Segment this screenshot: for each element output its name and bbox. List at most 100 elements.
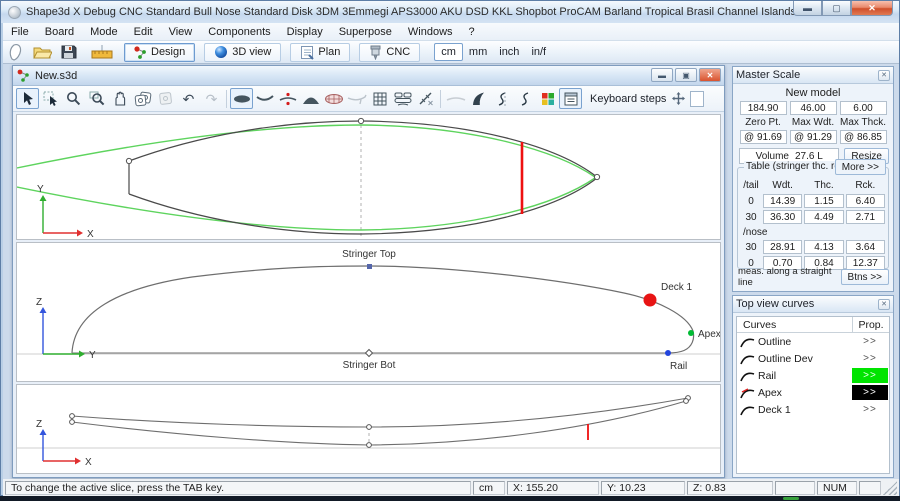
thickness-field[interactable]: 6.00 xyxy=(840,101,887,115)
control-point[interactable] xyxy=(594,174,599,179)
control-point[interactable] xyxy=(126,158,131,163)
board-profile-button[interactable] xyxy=(345,88,368,109)
open-file-button[interactable] xyxy=(29,42,55,62)
zoom-window-tool-button[interactable] xyxy=(85,88,108,109)
zoom-tool-button[interactable] xyxy=(62,88,85,109)
thc-cell[interactable]: 4.49 xyxy=(804,210,843,224)
slices-view-button[interactable] xyxy=(322,88,345,109)
wdt-cell[interactable]: 36.30 xyxy=(763,210,802,224)
fin-button[interactable] xyxy=(467,88,490,109)
control-point[interactable] xyxy=(367,425,372,430)
pan-tool-button[interactable] xyxy=(108,88,131,109)
panels-toggle-button[interactable] xyxy=(559,88,582,109)
rocker-view-panel[interactable]: Z X xyxy=(16,384,721,474)
curve-prop-button[interactable]: >> xyxy=(852,402,888,417)
menu-file[interactable]: File xyxy=(3,24,37,40)
curve-prop-button[interactable]: >> xyxy=(852,368,888,383)
control-point[interactable] xyxy=(367,443,372,448)
design-mode-button[interactable]: Design xyxy=(124,43,195,62)
paste-slice-button[interactable] xyxy=(154,88,177,109)
stringer-top-point[interactable] xyxy=(367,264,372,269)
deck-view-button[interactable] xyxy=(299,88,322,109)
top-view-panel[interactable]: Y X xyxy=(16,114,721,240)
model-name[interactable]: New model xyxy=(733,87,893,99)
spline-dashed-button[interactable] xyxy=(490,88,513,109)
keyboard-steps-input[interactable] xyxy=(690,91,704,107)
multi-select-tool-button[interactable] xyxy=(39,88,62,109)
dimensions-button[interactable] xyxy=(89,42,115,62)
rck-cell[interactable]: 2.71 xyxy=(846,210,885,224)
doc-restore-button[interactable]: ▣ xyxy=(675,68,697,82)
resize-grip[interactable] xyxy=(883,481,897,495)
copy-slice-button[interactable] xyxy=(131,88,154,109)
curve-row-outline[interactable]: Outline >> xyxy=(737,333,889,350)
curves-column-header[interactable]: Curves xyxy=(737,317,853,332)
menu-view[interactable]: View xyxy=(161,24,201,40)
slice-view-panel[interactable]: Stringer Top Deck 1 Apex Stringer Bot Ra… xyxy=(16,242,721,382)
stringer-bot-point[interactable] xyxy=(366,350,373,357)
unit-cm[interactable]: cm xyxy=(434,43,463,61)
menu-components[interactable]: Components xyxy=(200,24,278,40)
undo-button[interactable]: ↶ xyxy=(177,88,200,109)
rocker-view-button[interactable] xyxy=(253,88,276,109)
curve-row-deck-1[interactable]: Deck 1 >> xyxy=(737,401,889,418)
curve-row-outline-dev[interactable]: Outline Dev >> xyxy=(737,350,889,367)
document-title-bar[interactable]: New.s3d ▬ ▣ ✕ xyxy=(13,66,724,86)
master-scale-close-button[interactable]: ✕ xyxy=(878,70,890,81)
curves-panel-title-bar[interactable]: Top view curves ✕ xyxy=(733,296,893,313)
thickness-view-button[interactable] xyxy=(276,88,299,109)
more-button[interactable]: More >> xyxy=(835,159,886,175)
curve-row-apex[interactable]: Apex >> xyxy=(737,384,889,401)
color-settings-button[interactable] xyxy=(536,88,559,109)
outline-view-button[interactable] xyxy=(230,88,253,109)
prop-column-header[interactable]: Prop. xyxy=(853,319,889,331)
guideline-button[interactable] xyxy=(444,88,467,109)
curve-prop-button[interactable]: >> xyxy=(852,385,888,400)
maximize-button[interactable]: ▢ xyxy=(822,1,851,16)
menu-help[interactable]: ? xyxy=(461,24,483,40)
curve-prop-button[interactable]: >> xyxy=(852,334,888,349)
deck-point[interactable] xyxy=(644,294,657,307)
redo-button[interactable]: ↷ xyxy=(200,88,223,109)
unit-mm[interactable]: mm xyxy=(463,44,493,60)
menu-display[interactable]: Display xyxy=(279,24,331,40)
rck-cell[interactable]: 3.64 xyxy=(846,240,885,254)
new-board-button[interactable] xyxy=(3,42,29,62)
menu-edit[interactable]: Edit xyxy=(126,24,161,40)
cnc-mode-button[interactable]: CNC xyxy=(359,43,420,62)
control-point[interactable] xyxy=(70,414,75,419)
btns-button[interactable]: Btns >> xyxy=(841,269,889,285)
doc-minimize-button[interactable]: ▬ xyxy=(651,68,673,82)
curve-prop-button[interactable]: >> xyxy=(852,351,888,366)
menu-windows[interactable]: Windows xyxy=(400,24,461,40)
3d-view-mode-button[interactable]: 3D view xyxy=(204,43,281,62)
control-point[interactable] xyxy=(684,399,689,404)
length-field[interactable]: 184.90 xyxy=(740,101,787,115)
save-file-button[interactable] xyxy=(55,42,81,62)
wdt-cell[interactable]: 28.91 xyxy=(763,240,802,254)
unit-inf[interactable]: in/f xyxy=(525,44,552,60)
control-point[interactable] xyxy=(358,118,363,123)
unit-inch[interactable]: inch xyxy=(493,44,525,60)
apex-point[interactable] xyxy=(688,330,694,336)
spline-button[interactable] xyxy=(513,88,536,109)
menu-mode[interactable]: Mode xyxy=(82,24,126,40)
menu-board[interactable]: Board xyxy=(37,24,82,40)
measure-button[interactable] xyxy=(414,88,437,109)
master-scale-title-bar[interactable]: Master Scale ✕ xyxy=(733,67,893,84)
close-button[interactable]: ✕ xyxy=(851,1,893,16)
select-tool-button[interactable] xyxy=(16,88,39,109)
width-field[interactable]: 46.00 xyxy=(790,101,837,115)
plan-mode-button[interactable]: Plan xyxy=(290,43,350,62)
control-point[interactable] xyxy=(70,420,75,425)
thc-cell[interactable]: 4.13 xyxy=(804,240,843,254)
max-wdt-position-field[interactable]: @ 91.29 xyxy=(790,130,837,144)
thc-cell[interactable]: 1.15 xyxy=(804,194,843,208)
grid-button[interactable] xyxy=(368,88,391,109)
zero-pt-position-field[interactable]: @ 91.69 xyxy=(740,130,787,144)
doc-close-button[interactable]: ✕ xyxy=(699,68,721,82)
curves-panel-close-button[interactable]: ✕ xyxy=(878,299,890,310)
menu-superpose[interactable]: Superpose xyxy=(331,24,400,40)
max-thck-position-field[interactable]: @ 86.85 xyxy=(840,130,887,144)
minimize-button[interactable]: ▬ xyxy=(793,1,822,16)
